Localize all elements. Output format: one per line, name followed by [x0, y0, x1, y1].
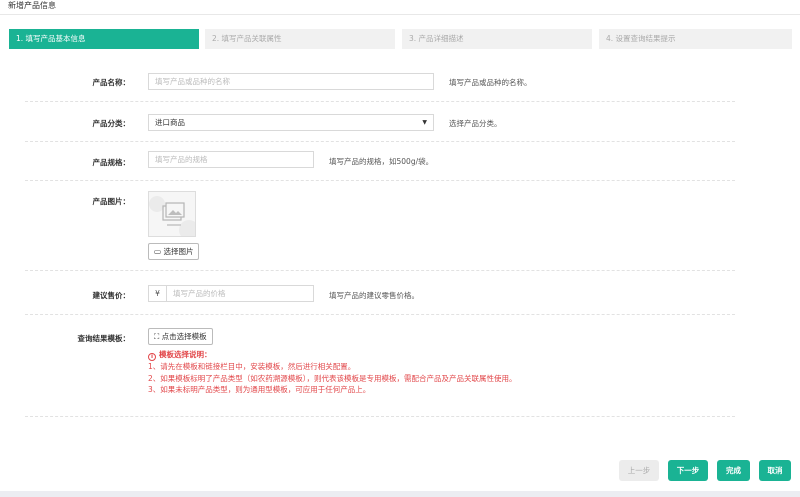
- product-name-label: 产品名称：: [92, 78, 131, 87]
- price-hint: 填写产品的建议零售价格。: [329, 291, 419, 300]
- product-spec-input[interactable]: 填写产品的规格: [148, 151, 314, 168]
- price-label: 建议售价：: [92, 291, 131, 300]
- product-image-label: 产品图片：: [92, 197, 131, 206]
- product-name-input[interactable]: 填写产品或品种的名称: [148, 73, 434, 90]
- image-placeholder: [148, 191, 196, 237]
- row-divider: [25, 416, 735, 417]
- prev-step-button[interactable]: 上一步: [619, 460, 659, 481]
- info-icon: i: [148, 353, 156, 361]
- template-notes: i 模板选择说明： 1、请先在模板和链接栏目中，安装模板，然后进行相关配置。 2、…: [148, 349, 588, 396]
- row-divider: [25, 101, 735, 102]
- price-input[interactable]: 填写产品的价格: [166, 285, 314, 302]
- step-2[interactable]: 2. 填写产品关联属性: [205, 29, 395, 49]
- note-item: 3、如果未标明产品类型，则为通用型模板，可应用于任何产品上。: [148, 385, 371, 394]
- product-name-hint: 填写产品或品种的名称。: [449, 78, 532, 87]
- page-title: 新增产品信息: [8, 1, 56, 10]
- note-item: 1、请先在模板和链接栏目中，安装模板，然后进行相关配置。: [148, 362, 356, 371]
- step-3[interactable]: 3. 产品详细描述: [402, 29, 592, 49]
- row-divider: [25, 180, 735, 181]
- cancel-button[interactable]: 取消: [759, 460, 791, 481]
- step-wizard: 1. 填写产品基本信息 2. 填写产品关联属性 3. 产品详细描述 4. 设置查…: [9, 29, 792, 49]
- template-label: 查询结果模板：: [77, 334, 131, 343]
- product-spec-hint: 填写产品的规格，如500g/袋。: [329, 157, 434, 166]
- product-category-label: 产品分类：: [92, 119, 131, 128]
- product-category-select[interactable]: 进口商品 ▼: [148, 114, 434, 131]
- select-template-button[interactable]: ⛶ 点击选择模板: [148, 328, 213, 345]
- product-spec-label: 产品规格：: [92, 158, 131, 167]
- row-divider: [25, 314, 735, 315]
- step-1[interactable]: 1. 填写产品基本信息: [9, 29, 199, 49]
- image-icon: ▭: [154, 247, 162, 256]
- notes-header: i 模板选择说明：: [148, 349, 588, 361]
- template-icon: ⛶: [154, 332, 160, 341]
- note-item: 2、如果模板标明了产品类型（如农药溯源模板），则代表该模板是专用模板，需配合产品…: [148, 373, 517, 383]
- product-category-value: 进口商品: [155, 118, 185, 127]
- currency-prefix: ¥: [148, 285, 166, 302]
- bottom-strip: [0, 491, 800, 497]
- row-divider: [25, 270, 735, 271]
- product-category-hint: 选择产品分类。: [449, 119, 502, 128]
- title-divider: [0, 14, 800, 15]
- step-4[interactable]: 4. 设置查询结果提示: [599, 29, 792, 49]
- row-divider: [25, 141, 735, 142]
- finish-button[interactable]: 完成: [717, 460, 750, 481]
- next-step-button[interactable]: 下一步: [668, 460, 708, 481]
- select-image-button[interactable]: ▭ 选择图片: [148, 243, 200, 260]
- caret-down-icon: ▼: [422, 119, 427, 126]
- image-placeholder-icon: [149, 192, 195, 236]
